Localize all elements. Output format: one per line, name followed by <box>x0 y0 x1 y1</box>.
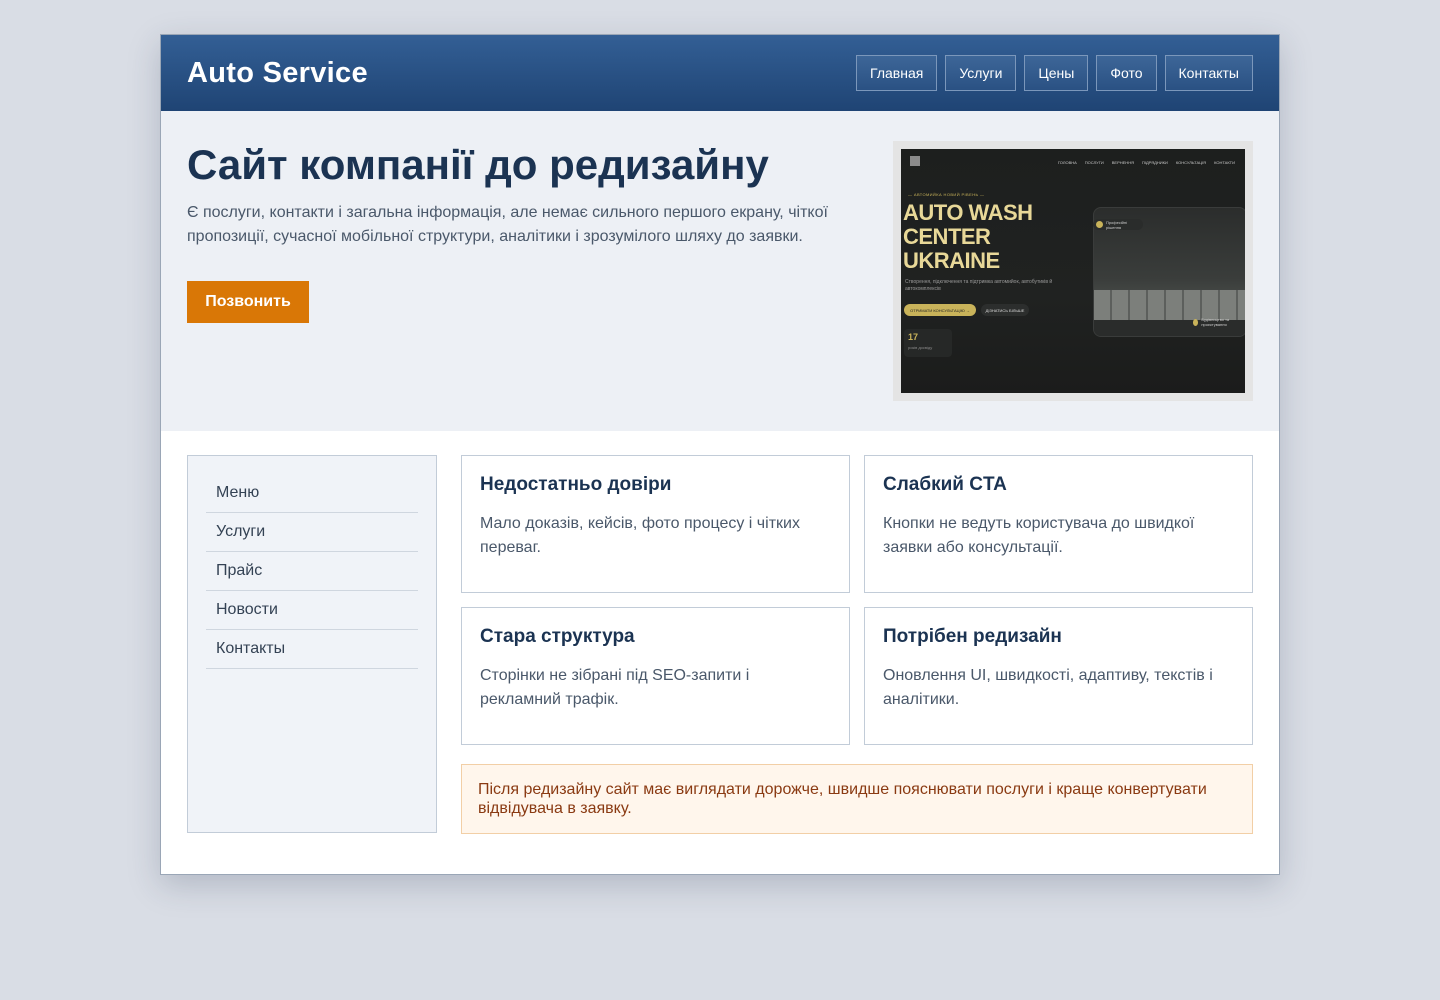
preview-primary-button: ОТРИМАТИ КОНСУЛЬТАЦІЮ → <box>904 304 976 316</box>
preview-screenshot: ГОЛОВНА ПОСЛУГИ ВЕРНЕННЯ ПІДРЯДНИКИ КОНС… <box>901 149 1245 393</box>
sidebar-item-services[interactable]: Услуги <box>206 513 418 552</box>
preview-tag-dot-icon <box>1193 318 1199 326</box>
call-button[interactable]: Позвонить <box>187 281 309 323</box>
nav-item-services[interactable]: Услуги <box>945 55 1017 91</box>
preview-nav-item: ГОЛОВНА <box>1057 160 1077 165</box>
sidebar-item-menu[interactable]: Меню <box>206 474 418 513</box>
sidebar-item-news[interactable]: Новости <box>206 591 418 630</box>
hero-section: Сайт компанії до редизайну Є послуги, ко… <box>161 111 1279 431</box>
issue-card-cta: Слабкий CTA Кнопки не ведуть користувача… <box>864 455 1253 593</box>
card-text: Мало доказів, кейсів, фото процесу і чіт… <box>480 515 800 556</box>
preview-secondary-button: ДІЗНАТИСЬ БІЛЬШЕ <box>981 304 1029 316</box>
hero-title: Сайт компанії до редизайну <box>187 141 769 188</box>
preview-nav-item: ПІДРЯДНИКИ <box>1141 160 1168 165</box>
main-nav: Главная Услуги Цены Фото Контакты <box>856 55 1253 91</box>
nav-item-prices[interactable]: Цены <box>1024 55 1089 91</box>
issue-card-redesign: Потрібен редизайн Оновлення UI, швидкост… <box>864 607 1253 745</box>
preview-pill-label: Професійні рішення <box>1105 219 1128 230</box>
preview-nav-item: КОНСУЛЬТАЦІЯ <box>1175 160 1207 165</box>
card-title: Стара структура <box>480 626 635 647</box>
sidebar-item-pricelist[interactable]: Прайс <box>206 552 418 591</box>
preview-title-line: AUTO WASH <box>903 200 1033 225</box>
preview-pill: Професійні рішення <box>1093 219 1143 230</box>
conclusion-note: Після редизайну сайт має виглядати дорож… <box>461 764 1253 834</box>
preview-stat-value: 17 <box>908 332 919 342</box>
preview-stat-label: років досвіду <box>908 345 933 350</box>
preview-title: AUTO WASH CENTER UKRAINE <box>903 201 1033 273</box>
nav-item-home[interactable]: Главная <box>856 55 938 91</box>
preview-nav: ГОЛОВНА ПОСЛУГИ ВЕРНЕННЯ ПІДРЯДНИКИ КОНС… <box>1058 160 1235 165</box>
hero-description: Є послуги, контакти і загальна інформаці… <box>187 204 828 245</box>
card-title: Потрібен редизайн <box>883 626 1062 647</box>
preview-tag-label: Будівництво та проєктування <box>1201 317 1230 327</box>
nav-item-contacts[interactable]: Контакты <box>1164 55 1253 91</box>
card-text: Сторінки не зібрані під SEO-запити і рек… <box>480 667 750 708</box>
preview-title-line: CENTER <box>903 224 991 249</box>
issue-card-trust: Недостатньо довіри Мало доказів, кейсів,… <box>461 455 850 593</box>
preview-nav-item: КОНТАКТИ <box>1214 160 1235 165</box>
nav-item-photo[interactable]: Фото <box>1096 55 1157 91</box>
main-content: Меню Услуги Прайс Новости Контакты Недос… <box>161 431 1279 874</box>
preview-nav-item: ВЕРНЕННЯ <box>1111 160 1134 165</box>
site-frame: Auto Service Главная Услуги Цены Фото Ко… <box>160 34 1280 875</box>
issue-card-structure: Стара структура Сторінки не зібрані під … <box>461 607 850 745</box>
preview-description: Створення, підключення та підтримка авто… <box>905 279 1053 292</box>
card-text: Оновлення UI, швидкості, адаптиву, текст… <box>883 667 1213 708</box>
preview-title-line: UKRAINE <box>903 248 1000 273</box>
site-logo[interactable]: Auto Service <box>187 57 368 90</box>
sidebar-menu: Меню Услуги Прайс Новости Контакты <box>187 455 437 833</box>
card-title: Недостатньо довіри <box>480 474 672 495</box>
site-header: Auto Service Главная Услуги Цены Фото Ко… <box>161 35 1279 111</box>
card-text: Кнопки не ведуть користувача до швидкої … <box>883 515 1195 556</box>
preview-tag: Будівництво та проєктування <box>1193 315 1243 329</box>
preview-kicker: — АВТОМИЙКА НОВИЙ РІВЕНЬ — <box>908 192 985 197</box>
preview-logo-icon <box>910 156 920 166</box>
preview-pill-dot-icon <box>1096 221 1103 228</box>
redesign-preview-image[interactable]: ГОЛОВНА ПОСЛУГИ ВЕРНЕННЯ ПІДРЯДНИКИ КОНС… <box>893 141 1253 401</box>
preview-stat-card: 17 років досвіду <box>904 329 952 357</box>
card-title: Слабкий CTA <box>883 474 1007 495</box>
sidebar-item-contacts[interactable]: Контакты <box>206 630 418 669</box>
preview-nav-item: ПОСЛУГИ <box>1084 160 1104 165</box>
